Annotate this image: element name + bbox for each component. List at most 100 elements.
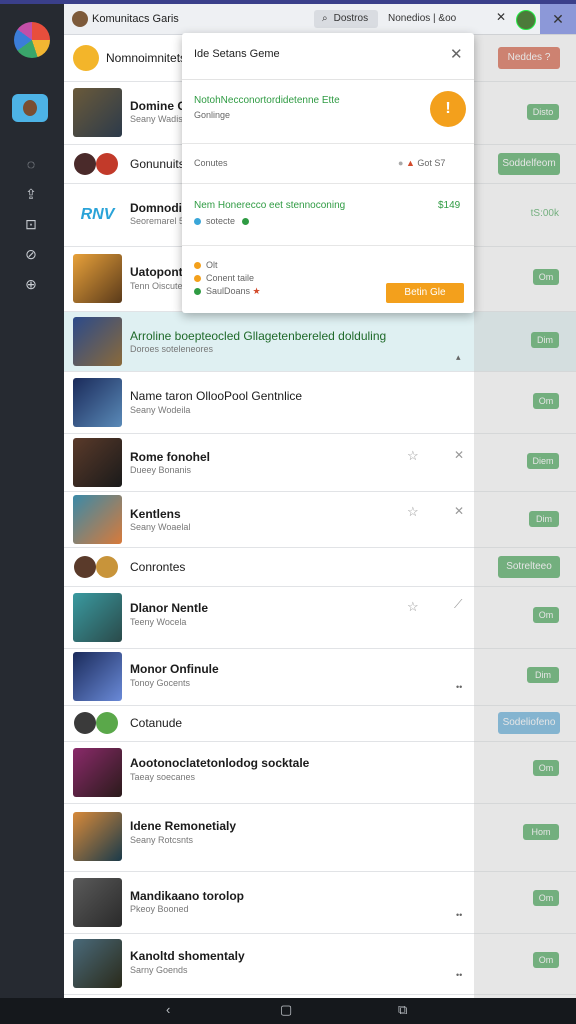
item-title: Uatoponte bbox=[130, 265, 190, 279]
game-logo: RNV bbox=[73, 190, 122, 239]
window-close-button[interactable]: ✕ bbox=[540, 4, 576, 34]
status-badge: Om bbox=[533, 890, 559, 906]
game-thumbnail bbox=[73, 254, 122, 303]
popup-list-text: SaulDoans bbox=[206, 286, 251, 296]
star-icon: ★ bbox=[252, 286, 261, 296]
group-icons bbox=[74, 153, 118, 175]
recent-apps-icon[interactable]: ⧉ bbox=[398, 1002, 407, 1018]
popup-row-label: Conutes bbox=[194, 158, 228, 168]
popup-list-text: Conent taile bbox=[206, 273, 255, 283]
header-action-button[interactable]: Neddes ? bbox=[498, 47, 560, 69]
remove-x-icon[interactable]: ✕ bbox=[454, 448, 464, 462]
list-item[interactable]: Cotanude Sodeliofeno bbox=[64, 706, 576, 742]
popup-offer[interactable]: Nem Honerecco eet stennoconing $149 sote… bbox=[182, 183, 474, 246]
item-title: Cotanude bbox=[130, 716, 183, 730]
item-title: Kentlens bbox=[130, 507, 181, 521]
popup-footer: Olt Conent taile SaulDoans ★ bbox=[182, 245, 474, 314]
item-subtitle: Dueey Bonanis bbox=[130, 465, 192, 475]
item-title: Arroline boepteocled Gllagetenbereled do… bbox=[130, 329, 387, 343]
status-badge: Dim bbox=[527, 667, 559, 683]
list-item[interactable]: Dlanor Nentle Teeny Wocela ☆ ⟋ Om bbox=[64, 587, 576, 649]
favorite-star-icon[interactable]: ☆ bbox=[407, 599, 419, 615]
list-item[interactable]: Mandikaano torolop Pkeoy Booned •• Om bbox=[64, 872, 576, 934]
app-logo-icon[interactable] bbox=[14, 22, 50, 58]
action-button[interactable]: Sodeliofeno bbox=[498, 712, 560, 734]
item-subtitle: Seany Woaelal bbox=[130, 522, 191, 532]
item-subtitle: Sarny Goends bbox=[130, 965, 188, 975]
titlebar-x-icon[interactable]: ✕ bbox=[496, 10, 506, 24]
remove-x-icon[interactable]: ✕ bbox=[454, 504, 464, 518]
status-badge: Disto bbox=[527, 104, 559, 120]
list-item[interactable]: Idene Remonetialy Seany Rotcsnts Hom bbox=[64, 804, 576, 872]
list-item[interactable]: Conrontes Sotrelteeo bbox=[64, 548, 576, 587]
list-item[interactable]: Kentlens Seany Woaelal ☆ ✕ Dim bbox=[64, 492, 576, 548]
popup-section-subtitle: Gonlinge bbox=[194, 110, 231, 120]
list-item[interactable]: Kanoltd shomentaly Sarny Goends •• Om bbox=[64, 934, 576, 995]
dot-icon bbox=[241, 218, 249, 226]
action-button[interactable]: Soddelfeom bbox=[498, 153, 560, 175]
rail-icon-2[interactable]: ⇪ bbox=[23, 186, 39, 202]
popup-row[interactable]: Conutes ● ▲ Got S7 bbox=[182, 143, 474, 184]
item-subtitle: Doroes soteleneores bbox=[130, 344, 214, 354]
popup-list-item: SaulDoans ★ bbox=[194, 286, 261, 297]
rail-icon-1[interactable]: ◌ bbox=[23, 156, 39, 172]
list-item[interactable]: Monor Onfinule Tonoy Gocents •• Dim bbox=[64, 649, 576, 706]
more-icon[interactable]: ▴ bbox=[456, 352, 461, 363]
game-thumbnail bbox=[73, 878, 122, 927]
list-item-selected[interactable]: Arroline boepteocled Gllagetenbereled do… bbox=[64, 312, 576, 372]
item-subtitle: Seany Rotcsnts bbox=[130, 835, 194, 845]
search-icon: ⌕ bbox=[322, 13, 328, 24]
popup-header: Ide Setans Geme ✕ bbox=[182, 33, 474, 80]
rail-selected-avatar-icon[interactable] bbox=[12, 94, 48, 122]
popup-list-item: Conent taile bbox=[194, 273, 254, 283]
game-thumbnail bbox=[73, 652, 122, 701]
dot-icon bbox=[194, 262, 201, 270]
game-thumbnail bbox=[73, 317, 122, 366]
game-thumbnail bbox=[73, 495, 122, 544]
more-icon[interactable]: •• bbox=[456, 682, 462, 692]
item-title: Dlanor Nentle bbox=[130, 601, 209, 615]
alert-badge-icon[interactable]: ! bbox=[430, 91, 466, 127]
circle-icon: ● bbox=[398, 158, 404, 168]
dot-icon bbox=[194, 288, 201, 296]
offer-price: $149 bbox=[438, 200, 461, 211]
more-icon[interactable]: •• bbox=[456, 970, 462, 980]
popup-action-button[interactable]: Betin Gle bbox=[386, 283, 464, 303]
game-thumbnail bbox=[73, 593, 122, 642]
search-box[interactable]: ⌕ Dostros bbox=[314, 10, 378, 28]
home-icon[interactable]: ▢ bbox=[280, 1002, 292, 1018]
list-item[interactable]: Name taron OllooPool Gentnlice Seany Wod… bbox=[64, 372, 576, 434]
rail-icon-4[interactable]: ⊘ bbox=[23, 246, 39, 262]
item-right-value: tS:00k bbox=[530, 208, 559, 219]
favorite-star-icon[interactable]: ☆ bbox=[407, 448, 419, 464]
rail-icon-3[interactable]: ⊡ bbox=[23, 216, 39, 232]
action-button[interactable]: Sotrelteeo bbox=[498, 556, 560, 578]
group-icons bbox=[74, 556, 118, 578]
item-title: Mandikaano torolop bbox=[130, 889, 244, 903]
rail-icon-5[interactable]: ⊕ bbox=[23, 276, 39, 292]
item-subtitle: Tenn Oiscutes bbox=[130, 281, 188, 291]
back-icon[interactable]: ‹ bbox=[166, 1002, 170, 1017]
favorite-star-icon[interactable]: ☆ bbox=[407, 504, 419, 520]
list-item[interactable]: Aootonoclatetonlodog socktale Taeay soec… bbox=[64, 742, 576, 804]
item-subtitle: Seany Wodeila bbox=[130, 405, 191, 415]
edit-icon[interactable]: ⟋ bbox=[454, 597, 462, 612]
item-title: Conrontes bbox=[130, 560, 186, 574]
offer-title: Nem Honerecco eet stennoconing bbox=[194, 200, 346, 211]
user-avatar[interactable] bbox=[516, 10, 536, 30]
titlebar-right-text[interactable]: Nonedios | &oo bbox=[388, 13, 456, 24]
dot-icon bbox=[194, 275, 201, 283]
item-subtitle: Tonoy Gocents bbox=[130, 678, 191, 688]
item-title: Domnodii bbox=[130, 201, 186, 215]
popup-row-value: ● ▲ Got S7 bbox=[398, 158, 445, 168]
status-badge: Om bbox=[533, 393, 559, 409]
item-title: Kanoltd shomentaly bbox=[130, 949, 245, 963]
search-label: Dostros bbox=[333, 13, 369, 24]
item-title: Aootonoclatetonlodog socktale bbox=[130, 756, 310, 770]
status-badge: Diem bbox=[527, 453, 559, 469]
more-icon[interactable]: •• bbox=[456, 910, 462, 920]
list-item[interactable]: Rome fonohel Dueey Bonanis ☆ ✕ Diem bbox=[64, 434, 576, 492]
item-title: Rome fonohel bbox=[130, 450, 210, 464]
close-icon[interactable]: ✕ bbox=[450, 45, 463, 63]
window-title: Komunitacs Garis bbox=[92, 13, 179, 25]
